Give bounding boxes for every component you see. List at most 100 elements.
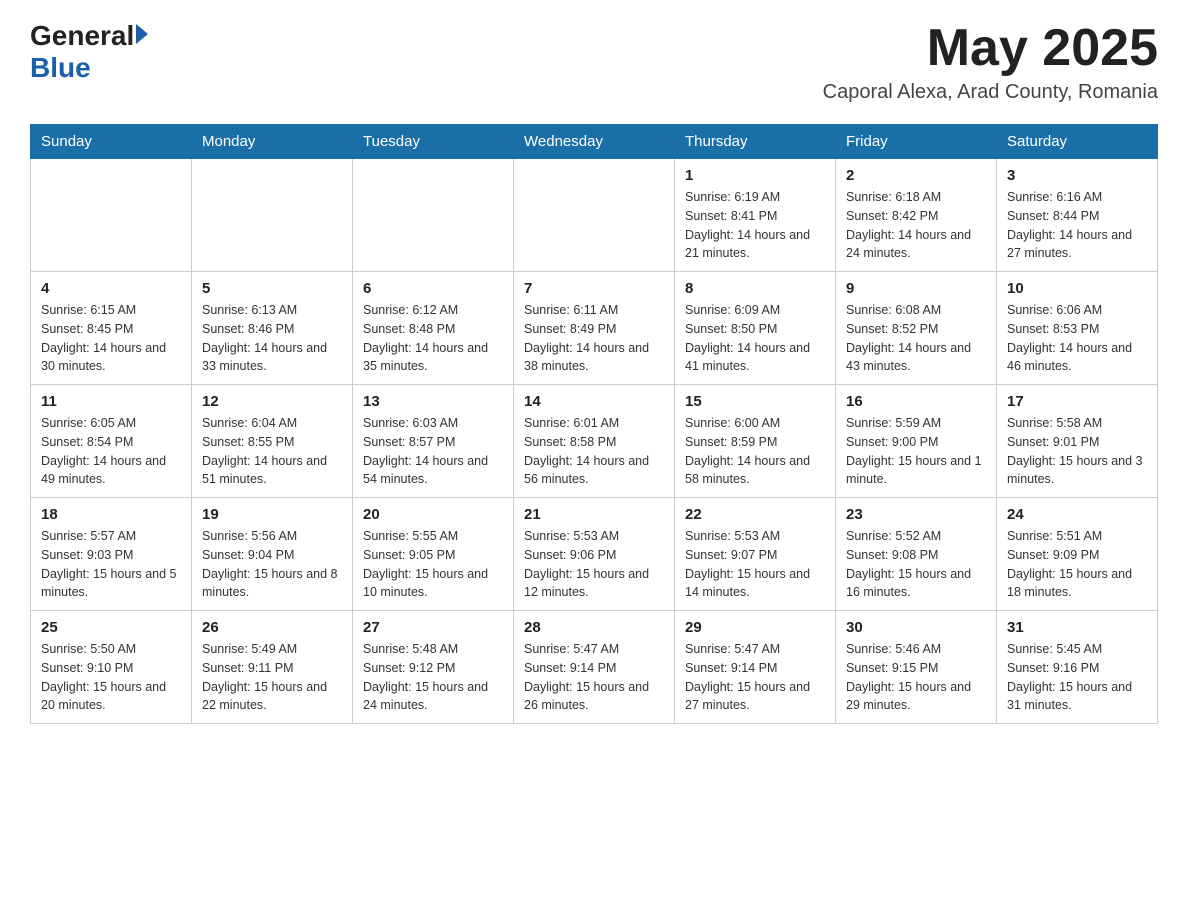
logo-blue-text: Blue [30, 52, 91, 83]
day-number: 31 [1007, 619, 1147, 636]
day-detail: Sunrise: 5:48 AMSunset: 9:12 PMDaylight:… [363, 640, 503, 715]
day-number: 9 [846, 280, 986, 297]
day-number: 7 [524, 280, 664, 297]
calendar-empty-cell [353, 159, 514, 272]
logo: General Blue [30, 20, 148, 84]
calendar-day-cell: 4 Sunrise: 6:15 AMSunset: 8:45 PMDaylight… [31, 272, 192, 385]
calendar-day-cell: 16 Sunrise: 5:59 AMSunset: 9:00 PMDayligh… [836, 385, 997, 498]
day-detail: Sunrise: 6:05 AMSunset: 8:54 PMDaylight:… [41, 414, 181, 489]
day-detail: Sunrise: 6:18 AMSunset: 8:42 PMDaylight:… [846, 188, 986, 263]
calendar-day-cell: 24Sunrise: 5:51 AMSunset: 9:09 PMDayligh… [997, 498, 1158, 611]
calendar-week-row: 11 Sunrise: 6:05 AMSunset: 8:54 PMDayligh… [31, 385, 1158, 498]
calendar-day-cell: 30Sunrise: 5:46 AMSunset: 9:15 PMDayligh… [836, 611, 997, 724]
day-number: 12 [202, 393, 342, 410]
calendar-day-cell: 3 Sunrise: 6:16 AMSunset: 8:44 PMDaylight… [997, 159, 1158, 272]
calendar-day-cell: 9 Sunrise: 6:08 AMSunset: 8:52 PMDaylight… [836, 272, 997, 385]
weekday-header-tuesday: Tuesday [353, 125, 514, 159]
day-detail: Sunrise: 6:04 AMSunset: 8:55 PMDaylight:… [202, 414, 342, 489]
day-detail: Sunrise: 5:55 AMSunset: 9:05 PMDaylight:… [363, 527, 503, 602]
day-detail: Sunrise: 5:57 AMSunset: 9:03 PMDaylight:… [41, 527, 181, 602]
day-number: 21 [524, 506, 664, 523]
calendar-header-row: SundayMondayTuesdayWednesdayThursdayFrid… [31, 125, 1158, 159]
day-number: 20 [363, 506, 503, 523]
day-number: 22 [685, 506, 825, 523]
calendar-week-row: 1 Sunrise: 6:19 AMSunset: 8:41 PMDaylight… [31, 159, 1158, 272]
day-number: 16 [846, 393, 986, 410]
calendar-day-cell: 2 Sunrise: 6:18 AMSunset: 8:42 PMDaylight… [836, 159, 997, 272]
day-number: 11 [41, 393, 181, 410]
day-number: 25 [41, 619, 181, 636]
calendar-day-cell: 14Sunrise: 6:01 AMSunset: 8:58 PMDayligh… [514, 385, 675, 498]
day-number: 6 [363, 280, 503, 297]
calendar-day-cell: 19 Sunrise: 5:56 AMSunset: 9:04 PMDayligh… [192, 498, 353, 611]
weekday-header-friday: Friday [836, 125, 997, 159]
day-detail: Sunrise: 6:15 AMSunset: 8:45 PMDaylight:… [41, 301, 181, 376]
calendar-week-row: 25 Sunrise: 5:50 AMSunset: 9:10 PMDayligh… [31, 611, 1158, 724]
day-detail: Sunrise: 5:59 AMSunset: 9:00 PMDaylight:… [846, 414, 986, 489]
day-detail: Sunrise: 5:47 AMSunset: 9:14 PMDaylight:… [685, 640, 825, 715]
day-number: 8 [685, 280, 825, 297]
calendar-day-cell: 11 Sunrise: 6:05 AMSunset: 8:54 PMDayligh… [31, 385, 192, 498]
calendar-day-cell: 6 Sunrise: 6:12 AMSunset: 8:48 PMDaylight… [353, 272, 514, 385]
calendar-day-cell: 17 Sunrise: 5:58 AMSunset: 9:01 PMDayligh… [997, 385, 1158, 498]
calendar-day-cell: 25 Sunrise: 5:50 AMSunset: 9:10 PMDayligh… [31, 611, 192, 724]
weekday-header-saturday: Saturday [997, 125, 1158, 159]
location-subtitle: Caporal Alexa, Arad County, Romania [823, 81, 1158, 104]
calendar-empty-cell [192, 159, 353, 272]
calendar-table: SundayMondayTuesdayWednesdayThursdayFrid… [30, 124, 1158, 724]
weekday-header-sunday: Sunday [31, 125, 192, 159]
day-detail: Sunrise: 6:16 AMSunset: 8:44 PMDaylight:… [1007, 188, 1147, 263]
month-title: May 2025 [823, 20, 1158, 77]
calendar-day-cell: 21 Sunrise: 5:53 AMSunset: 9:06 PMDayligh… [514, 498, 675, 611]
calendar-day-cell: 27 Sunrise: 5:48 AMSunset: 9:12 PMDayligh… [353, 611, 514, 724]
calendar-day-cell: 15Sunrise: 6:00 AMSunset: 8:59 PMDayligh… [675, 385, 836, 498]
calendar-day-cell: 1 Sunrise: 6:19 AMSunset: 8:41 PMDaylight… [675, 159, 836, 272]
logo-general-text: General [30, 20, 134, 52]
day-number: 15 [685, 393, 825, 410]
calendar-day-cell: 31 Sunrise: 5:45 AMSunset: 9:16 PMDayligh… [997, 611, 1158, 724]
calendar-day-cell: 20 Sunrise: 5:55 AMSunset: 9:05 PMDayligh… [353, 498, 514, 611]
calendar-day-cell: 29 Sunrise: 5:47 AMSunset: 9:14 PMDayligh… [675, 611, 836, 724]
calendar-day-cell: 5 Sunrise: 6:13 AMSunset: 8:46 PMDaylight… [192, 272, 353, 385]
page-header: General Blue May 2025 Caporal Alexa, Ara… [30, 20, 1158, 104]
day-detail: Sunrise: 5:58 AMSunset: 9:01 PMDaylight:… [1007, 414, 1147, 489]
day-number: 29 [685, 619, 825, 636]
calendar-day-cell: 22Sunrise: 5:53 AMSunset: 9:07 PMDayligh… [675, 498, 836, 611]
day-number: 26 [202, 619, 342, 636]
day-number: 17 [1007, 393, 1147, 410]
day-detail: Sunrise: 6:12 AMSunset: 8:48 PMDaylight:… [363, 301, 503, 376]
day-detail: Sunrise: 6:09 AMSunset: 8:50 PMDaylight:… [685, 301, 825, 376]
calendar-day-cell: 28Sunrise: 5:47 AMSunset: 9:14 PMDayligh… [514, 611, 675, 724]
day-number: 3 [1007, 167, 1147, 184]
calendar-day-cell: 8 Sunrise: 6:09 AMSunset: 8:50 PMDaylight… [675, 272, 836, 385]
calendar-day-cell: 13Sunrise: 6:03 AMSunset: 8:57 PMDayligh… [353, 385, 514, 498]
day-detail: Sunrise: 5:49 AMSunset: 9:11 PMDaylight:… [202, 640, 342, 715]
day-number: 30 [846, 619, 986, 636]
weekday-header-thursday: Thursday [675, 125, 836, 159]
day-number: 19 [202, 506, 342, 523]
calendar-week-row: 4 Sunrise: 6:15 AMSunset: 8:45 PMDaylight… [31, 272, 1158, 385]
day-number: 14 [524, 393, 664, 410]
day-number: 5 [202, 280, 342, 297]
day-number: 18 [41, 506, 181, 523]
day-detail: Sunrise: 5:45 AMSunset: 9:16 PMDaylight:… [1007, 640, 1147, 715]
day-detail: Sunrise: 6:13 AMSunset: 8:46 PMDaylight:… [202, 301, 342, 376]
day-number: 23 [846, 506, 986, 523]
day-detail: Sunrise: 5:53 AMSunset: 9:06 PMDaylight:… [524, 527, 664, 602]
day-detail: Sunrise: 5:50 AMSunset: 9:10 PMDaylight:… [41, 640, 181, 715]
day-detail: Sunrise: 6:08 AMSunset: 8:52 PMDaylight:… [846, 301, 986, 376]
day-number: 1 [685, 167, 825, 184]
day-number: 10 [1007, 280, 1147, 297]
title-block: May 2025 Caporal Alexa, Arad County, Rom… [823, 20, 1158, 104]
day-detail: Sunrise: 5:56 AMSunset: 9:04 PMDaylight:… [202, 527, 342, 602]
logo-arrow-icon [136, 24, 148, 44]
calendar-day-cell: 7Sunrise: 6:11 AMSunset: 8:49 PMDaylight… [514, 272, 675, 385]
calendar-day-cell: 26 Sunrise: 5:49 AMSunset: 9:11 PMDayligh… [192, 611, 353, 724]
day-number: 2 [846, 167, 986, 184]
day-detail: Sunrise: 6:06 AMSunset: 8:53 PMDaylight:… [1007, 301, 1147, 376]
day-number: 28 [524, 619, 664, 636]
day-number: 27 [363, 619, 503, 636]
day-detail: Sunrise: 6:19 AMSunset: 8:41 PMDaylight:… [685, 188, 825, 263]
day-detail: Sunrise: 5:52 AMSunset: 9:08 PMDaylight:… [846, 527, 986, 602]
day-number: 4 [41, 280, 181, 297]
